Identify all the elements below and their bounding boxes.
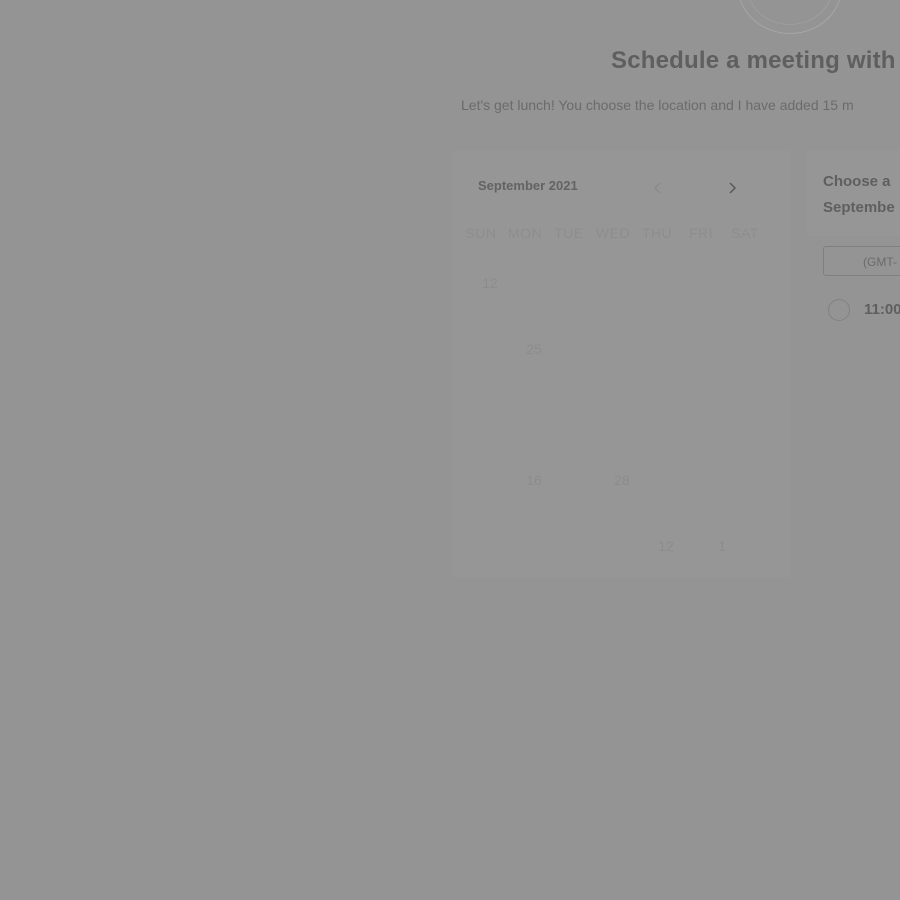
calendar-day[interactable]: 16 (514, 472, 554, 488)
chevron-left-icon (653, 182, 661, 194)
timeslot-heading: Choose a (823, 173, 891, 190)
next-month-button[interactable] (720, 176, 744, 200)
timezone-select[interactable]: (GMT- (823, 246, 900, 276)
timeslot-radio[interactable] (828, 299, 850, 321)
calendar-month-label: September 2021 (478, 178, 578, 193)
page-title: Schedule a meeting with (611, 47, 896, 74)
timeslot-panel (806, 150, 900, 236)
host-avatar (738, 0, 842, 34)
weekday-mon: MON (507, 225, 543, 241)
chevron-right-icon (729, 182, 737, 194)
weekday-sun: SUN (465, 225, 497, 241)
weekday-wed: WED (595, 225, 631, 241)
meeting-description: Let's get lunch! You choose the location… (461, 97, 854, 113)
calendar-panel (452, 150, 790, 578)
calendar-day[interactable]: 1 (702, 538, 742, 554)
calendar-day[interactable]: 25 (514, 341, 554, 357)
previous-month-button[interactable] (646, 176, 670, 200)
calendar-day[interactable]: 12 (470, 275, 510, 291)
weekday-thu: THU (641, 225, 673, 241)
calendar-day[interactable]: 12 (646, 538, 686, 554)
weekday-fri: FRI (688, 225, 714, 241)
selected-date-label: Septembe (823, 199, 895, 216)
scheduling-page: Schedule a meeting with Let's get lunch!… (0, 0, 900, 900)
avatar-inner-ring (747, 0, 833, 25)
calendar-day[interactable]: 28 (602, 472, 642, 488)
weekday-sat: SAT (731, 225, 759, 241)
timeslot-time[interactable]: 11:00 (864, 301, 900, 318)
weekday-tue: TUE (554, 225, 584, 241)
